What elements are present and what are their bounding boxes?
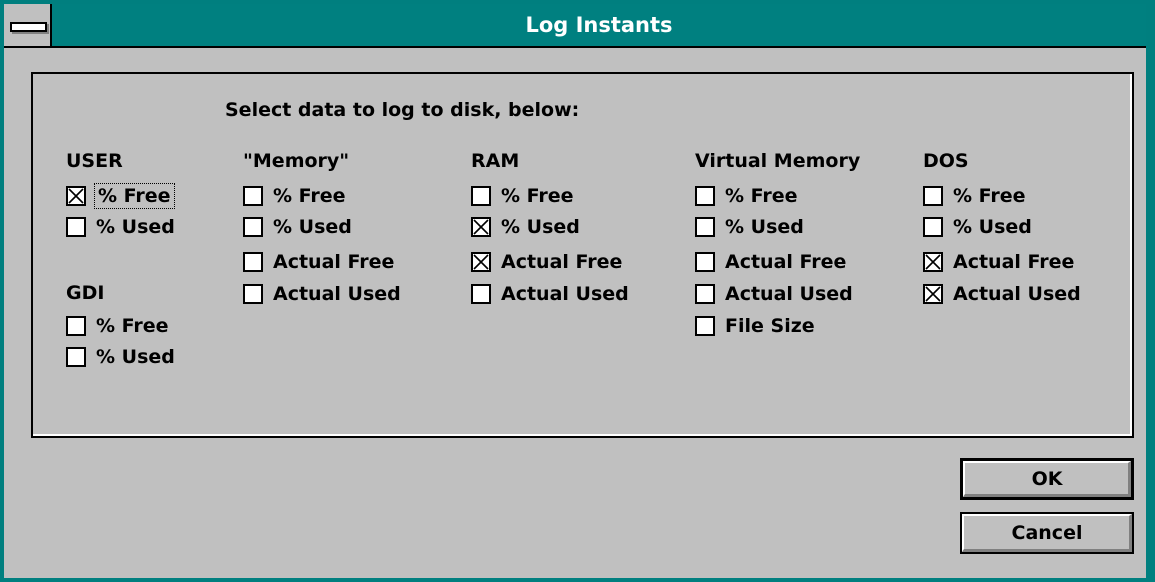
checkbox-label: % Free xyxy=(273,185,346,207)
memory-actual-used-checkbox[interactable]: Actual Used xyxy=(243,280,401,308)
checkbox-box[interactable] xyxy=(923,217,943,237)
checkbox-box[interactable] xyxy=(66,186,86,206)
checkbox-label: Actual Free xyxy=(725,251,847,273)
checkbox-label: % Used xyxy=(725,216,804,238)
dos-actual-free-checkbox[interactable]: Actual Free xyxy=(923,248,1074,276)
checkbox-label: Actual Free xyxy=(953,251,1075,273)
virtual-pct-used-checkbox[interactable]: % Used xyxy=(695,213,804,241)
checkbox-label: % Used xyxy=(501,216,580,238)
checkbox-box[interactable] xyxy=(66,217,86,237)
cancel-button[interactable]: Cancel xyxy=(960,512,1134,554)
virtual-file-size-checkbox[interactable]: File Size xyxy=(695,312,815,340)
checkbox-box[interactable] xyxy=(923,252,943,272)
checkbox-box[interactable] xyxy=(923,284,943,304)
checkbox-box[interactable] xyxy=(471,284,491,304)
checkbox-box[interactable] xyxy=(695,316,715,336)
checkbox-label: Actual Used xyxy=(273,283,401,305)
ram-heading: RAM xyxy=(471,150,520,172)
gdi-heading: GDI xyxy=(66,282,105,304)
user-pct-used-checkbox[interactable]: % Used xyxy=(66,213,175,241)
title-bar[interactable]: Log Instants xyxy=(4,4,1146,48)
window-title: Log Instants xyxy=(525,13,673,37)
checkbox-box[interactable] xyxy=(471,252,491,272)
ram-pct-free-checkbox[interactable]: % Free xyxy=(471,182,574,210)
system-menu-icon xyxy=(10,22,47,32)
dos-heading: DOS xyxy=(923,150,969,172)
checkbox-box[interactable] xyxy=(243,186,263,206)
checkbox-label: Actual Free xyxy=(501,251,623,273)
checkbox-label: Actual Used xyxy=(501,283,629,305)
checkbox-label: % Free xyxy=(501,185,574,207)
checkbox-label: % Free xyxy=(96,315,169,337)
checkbox-box[interactable] xyxy=(243,252,263,272)
memory-pct-free-checkbox[interactable]: % Free xyxy=(243,182,346,210)
checkbox-label: % Used xyxy=(96,346,175,368)
virtual-pct-free-checkbox[interactable]: % Free xyxy=(695,182,798,210)
checkbox-label: % Used xyxy=(953,216,1032,238)
virtual-actual-used-checkbox[interactable]: Actual Used xyxy=(695,280,853,308)
checkbox-box[interactable] xyxy=(66,347,86,367)
checkbox-label: % Used xyxy=(273,216,352,238)
checkbox-label: File Size xyxy=(725,315,815,337)
ram-actual-free-checkbox[interactable]: Actual Free xyxy=(471,248,622,276)
checkbox-box[interactable] xyxy=(695,252,715,272)
virtual-memory-heading: Virtual Memory xyxy=(695,150,861,172)
memory-heading: "Memory" xyxy=(243,150,350,172)
checkbox-box[interactable] xyxy=(243,284,263,304)
checkbox-label: % Used xyxy=(96,216,175,238)
dos-pct-used-checkbox[interactable]: % Used xyxy=(923,213,1032,241)
memory-pct-used-checkbox[interactable]: % Used xyxy=(243,213,352,241)
ram-pct-used-checkbox[interactable]: % Used xyxy=(471,213,580,241)
memory-actual-free-checkbox[interactable]: Actual Free xyxy=(243,248,394,276)
ok-button[interactable]: OK xyxy=(960,458,1134,500)
checkbox-box[interactable] xyxy=(66,316,86,336)
checkbox-label: Actual Used xyxy=(725,283,853,305)
checkbox-box[interactable] xyxy=(471,217,491,237)
gdi-pct-used-checkbox[interactable]: % Used xyxy=(66,343,175,371)
user-heading: USER xyxy=(66,150,123,172)
checkbox-box[interactable] xyxy=(243,217,263,237)
user-pct-free-checkbox[interactable]: % Free xyxy=(66,182,175,210)
checkbox-label: Actual Used xyxy=(953,283,1081,305)
dos-actual-used-checkbox[interactable]: Actual Used xyxy=(923,280,1081,308)
checkbox-label: Actual Free xyxy=(273,251,395,273)
ram-actual-used-checkbox[interactable]: Actual Used xyxy=(471,280,629,308)
checkbox-label: % Free xyxy=(725,185,798,207)
checkbox-label: % Free xyxy=(953,185,1026,207)
checkbox-box[interactable] xyxy=(923,186,943,206)
dos-pct-free-checkbox[interactable]: % Free xyxy=(923,182,1026,210)
virtual-actual-free-checkbox[interactable]: Actual Free xyxy=(695,248,846,276)
gdi-pct-free-checkbox[interactable]: % Free xyxy=(66,312,169,340)
checkbox-box[interactable] xyxy=(695,186,715,206)
system-menu-button[interactable] xyxy=(4,4,52,46)
checkbox-label: % Free xyxy=(94,183,175,209)
checkbox-box[interactable] xyxy=(695,217,715,237)
instruction-text: Select data to log to disk, below: xyxy=(225,99,580,121)
checkbox-box[interactable] xyxy=(471,186,491,206)
checkbox-box[interactable] xyxy=(695,284,715,304)
